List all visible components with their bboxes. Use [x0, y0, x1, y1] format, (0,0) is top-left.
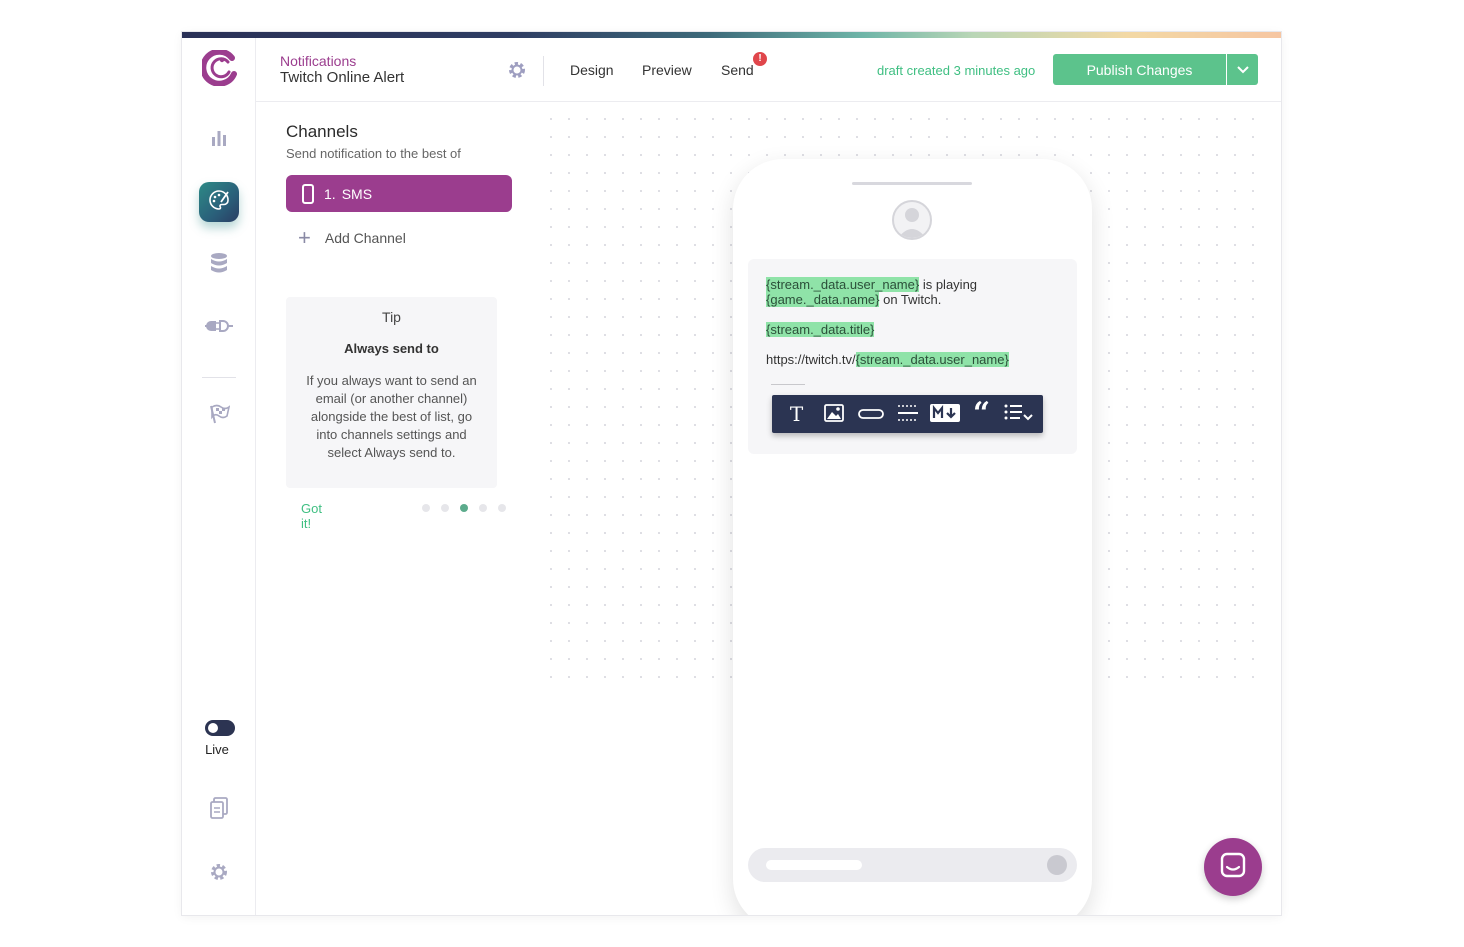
phone-preview: {stream._data.user_name} is playing {gam…	[733, 159, 1092, 915]
add-channel-label: Add Channel	[324, 230, 406, 246]
notification-settings-button[interactable]	[507, 60, 527, 80]
variable-token[interactable]: {stream._data.user_name}	[855, 352, 1009, 367]
channel-item-sms[interactable]: 1. SMS	[286, 175, 512, 212]
plug-icon	[204, 319, 234, 338]
nav-data[interactable]	[199, 245, 239, 285]
documents-icon	[209, 796, 229, 824]
phone-message-input	[748, 848, 1077, 882]
message-line-1: {stream._data.user_name} is playing {gam…	[766, 277, 1059, 307]
divider-icon	[896, 404, 920, 424]
bar-chart-icon	[210, 129, 228, 152]
markdown-icon	[929, 404, 960, 424]
flag-icon	[208, 403, 231, 430]
divider-block-button[interactable]	[894, 400, 922, 428]
list-icon	[1004, 403, 1034, 425]
variable-token[interactable]: {stream._data.title}	[766, 322, 875, 337]
action-button-icon	[857, 407, 884, 422]
message-line-3: https://twitch.tv/{stream._data.user_nam…	[766, 352, 1059, 367]
variable-token[interactable]: {stream._data.user_name}	[766, 277, 920, 292]
channels-subtitle: Send notification to the best of	[286, 146, 461, 161]
draft-status: draft created 3 minutes ago	[877, 63, 1036, 78]
app-window: Live Notifications Twitch Online Alert D…	[182, 32, 1281, 915]
chevron-down-icon	[1236, 61, 1249, 79]
tip-subheading: Always send to	[344, 341, 439, 356]
chat-icon	[1220, 852, 1246, 883]
gear-icon	[507, 62, 527, 84]
quote-icon: “	[972, 396, 991, 431]
markdown-block-button[interactable]	[929, 400, 960, 428]
phone-send-dot	[1047, 855, 1067, 875]
sms-message-editor[interactable]: {stream._data.user_name} is playing {gam…	[748, 259, 1077, 454]
block-separator	[771, 384, 805, 385]
nav-divider	[202, 377, 236, 378]
plus-icon: +	[298, 225, 311, 250]
header: Notifications Twitch Online Alert Design…	[256, 38, 1281, 102]
palette-icon	[208, 189, 230, 216]
list-block-button[interactable]	[1004, 400, 1034, 428]
phone-icon	[302, 183, 314, 204]
tip-page-dot[interactable]	[498, 504, 506, 512]
tip-pagination	[422, 504, 506, 512]
message-text: https://twitch.tv/	[766, 352, 856, 367]
tip-page-dot[interactable]	[479, 504, 487, 512]
nav-brands[interactable]	[199, 396, 239, 436]
add-channel-button[interactable]: + Add Channel	[298, 225, 406, 250]
database-icon	[209, 252, 229, 279]
publish-changes-button[interactable]: Publish Changes	[1053, 54, 1226, 85]
image-icon	[823, 404, 844, 424]
block-toolbar: T “	[772, 395, 1043, 433]
message-line-2: {stream._data.title}	[766, 322, 1059, 337]
tip-card: Tip Always send to If you always want to…	[286, 297, 497, 488]
tip-body: If you always want to send an email (or …	[306, 373, 477, 460]
quote-block-button[interactable]: “	[968, 396, 996, 431]
sidebar: Live	[182, 38, 256, 915]
gear-icon	[209, 862, 229, 887]
phone-input-placeholder	[766, 860, 862, 870]
channel-label: SMS	[341, 185, 373, 202]
breadcrumb-section[interactable]: Notifications	[280, 53, 356, 69]
header-divider	[543, 56, 544, 86]
tab-send[interactable]: Send	[721, 62, 754, 78]
live-label: Live	[205, 742, 229, 757]
page-title: Twitch Online Alert	[280, 69, 405, 86]
text-icon: T	[789, 401, 804, 426]
variable-token[interactable]: {game._data.name}	[766, 292, 880, 307]
nav-integrations[interactable]	[199, 308, 239, 348]
avatar-icon	[892, 200, 932, 240]
tip-heading: Tip	[382, 309, 401, 325]
app-logo[interactable]	[200, 48, 238, 87]
tab-design[interactable]: Design	[570, 62, 614, 78]
tip-page-dot[interactable]	[441, 504, 449, 512]
message-text: on Twitch.	[879, 292, 942, 307]
chat-launcher-button[interactable]	[1204, 838, 1262, 896]
publish-options-dropdown[interactable]	[1227, 54, 1258, 85]
tab-preview[interactable]: Preview	[642, 62, 692, 78]
channels-title: Channels	[286, 122, 358, 141]
nav-designer[interactable]	[199, 182, 239, 222]
text-block-button[interactable]: T	[783, 400, 811, 428]
tip-dismiss-link[interactable]: Got it!	[301, 501, 322, 531]
live-toggle[interactable]	[205, 720, 235, 736]
nav-analytics[interactable]	[199, 120, 239, 160]
tip-page-dot-active[interactable]	[460, 504, 468, 512]
image-block-button[interactable]	[820, 400, 848, 428]
nav-settings[interactable]	[199, 854, 239, 894]
send-alert-badge: !	[753, 52, 767, 66]
nav-documents[interactable]	[199, 790, 239, 830]
message-text: is playing	[919, 277, 978, 292]
channel-index: 1.	[324, 185, 336, 202]
phone-notch	[852, 182, 972, 185]
action-block-button[interactable]	[857, 400, 885, 428]
tip-page-dot[interactable]	[422, 504, 430, 512]
